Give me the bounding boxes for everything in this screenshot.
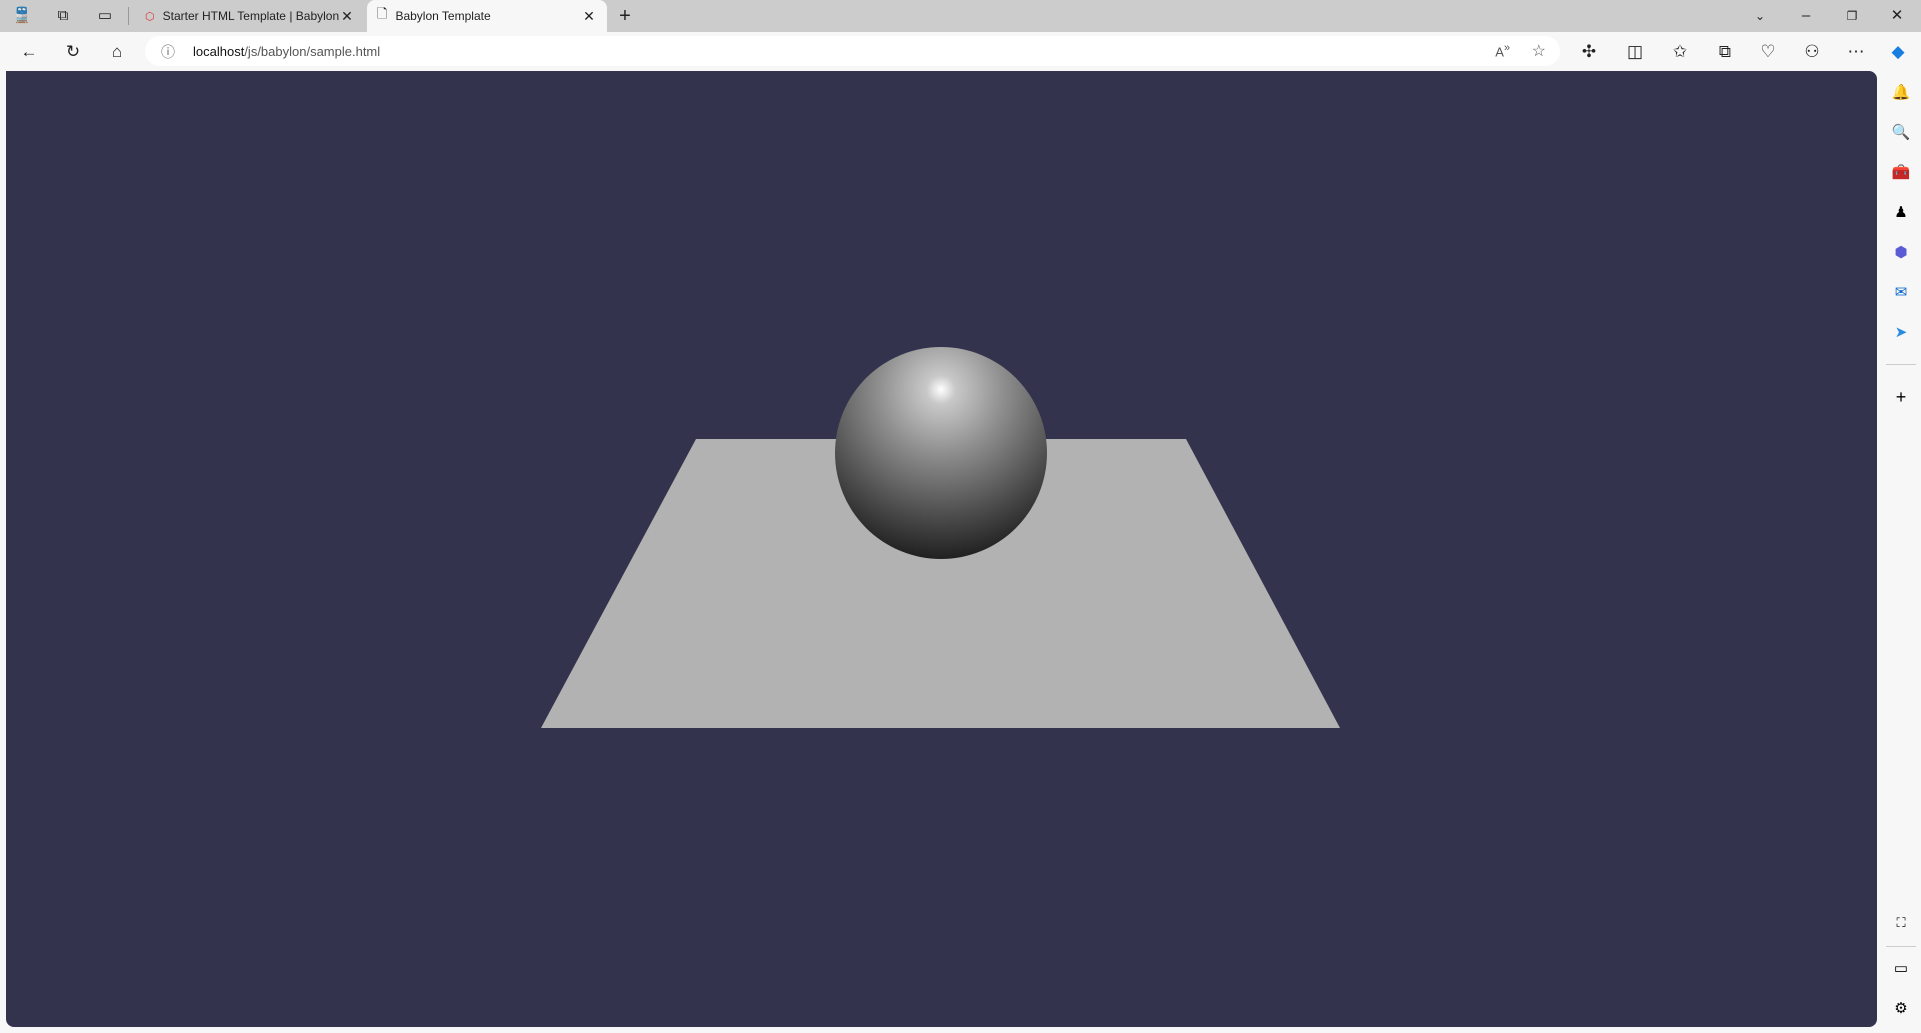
render-canvas[interactable] (6, 71, 1877, 1027)
send-icon[interactable]: ➤ (1890, 322, 1912, 344)
close-tab-icon[interactable]: ✕ (581, 8, 597, 25)
extensions-icon[interactable]: ✣ (1578, 41, 1600, 63)
outlook-icon[interactable]: ✉ (1890, 282, 1912, 304)
collections-icon[interactable]: ⧉ (1714, 41, 1736, 63)
copilot-icon[interactable]: ◆ (1887, 41, 1909, 63)
search-icon[interactable]: 🔍 (1890, 122, 1912, 144)
profile-avatar-icon[interactable]: 🚆 (12, 6, 32, 26)
settings-gear-icon[interactable]: ⚙ (1890, 998, 1912, 1020)
favorite-star-icon[interactable]: ☆ (1532, 41, 1546, 61)
workspaces-icon[interactable]: ⧉ (53, 6, 73, 26)
tab-bar: 🚆 ⧉ ▭ ⬡ Starter HTML Template | Babylon.… (0, 0, 1921, 32)
home-icon[interactable]: ⌂ (106, 41, 128, 63)
babylon-logo-icon: ⬡ (145, 10, 155, 23)
back-icon[interactable]: ← (18, 41, 40, 63)
feedback-icon[interactable]: ⚇ (1801, 41, 1823, 63)
site-info-icon[interactable]: ⓘ (161, 42, 175, 62)
url-text: localhost/js/babylon/sample.html (193, 44, 381, 59)
tab-actions-chevron-icon[interactable]: ⌄ (1750, 6, 1770, 26)
tab-starter-template[interactable]: ⬡ Starter HTML Template | Babylon.js Doc… (135, 0, 365, 32)
new-tab-icon[interactable]: + (615, 6, 635, 26)
add-icon[interactable]: + (1890, 386, 1912, 408)
games-icon[interactable]: ♟ (1890, 202, 1912, 224)
minimize-icon[interactable]: – (1796, 6, 1816, 26)
divider (1886, 946, 1916, 947)
close-tab-icon[interactable]: ✕ (339, 8, 355, 25)
favorites-icon[interactable]: ✩ (1669, 41, 1691, 63)
screenshot-icon[interactable]: ⛶ (1890, 912, 1912, 934)
hide-sidebar-icon[interactable]: ▭ (1890, 958, 1912, 980)
restore-icon[interactable]: ❐ (1842, 6, 1862, 26)
bell-icon[interactable]: 🔔 (1890, 82, 1912, 104)
sphere (835, 347, 1047, 559)
tab-babylon-template[interactable]: 🗋 Babylon Template ✕ (367, 0, 607, 32)
more-menu-icon[interactable]: ⋯ (1845, 41, 1867, 63)
address-bar[interactable]: ⓘ localhost/js/babylon/sample.html A» ☆ (145, 36, 1560, 66)
browser-essentials-icon[interactable]: ♡ (1757, 41, 1779, 63)
vertical-tabs-icon[interactable]: ▭ (95, 6, 115, 26)
divider (128, 7, 129, 25)
toolbar: ← ↻ ⌂ ⓘ localhost/js/babylon/sample.html… (0, 32, 1921, 70)
page-icon: 🗋 (377, 6, 388, 21)
split-screen-icon[interactable]: ◫ (1624, 41, 1646, 63)
read-aloud-icon[interactable]: A» (1495, 42, 1510, 59)
copilot-365-icon[interactable]: ⬢ (1890, 242, 1912, 264)
close-window-icon[interactable]: ✕ (1887, 6, 1907, 26)
divider (1886, 364, 1916, 365)
toolbox-icon[interactable]: 🧰 (1890, 162, 1912, 184)
babylon-scene (541, 347, 1340, 728)
refresh-icon[interactable]: ↻ (62, 41, 84, 63)
edge-sidebar: 🔔 🔍 🧰 ♟ ⬢ ✉ ➤ + ⛶ ▭ ⚙ (1880, 70, 1921, 1033)
